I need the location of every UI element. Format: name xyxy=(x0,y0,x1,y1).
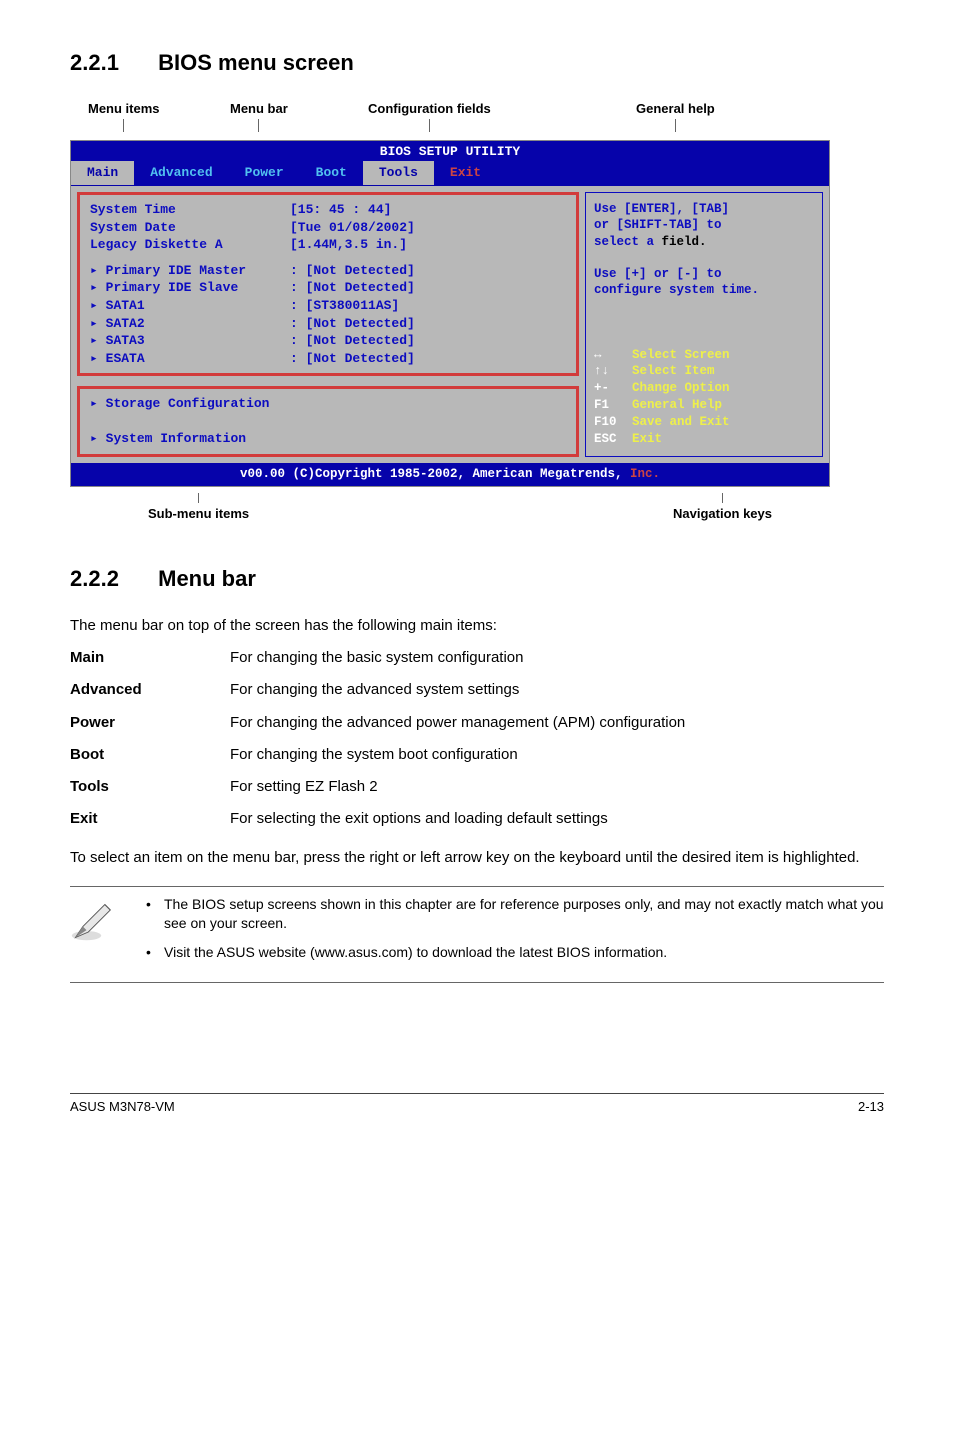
bios-tab-exit[interactable]: Exit xyxy=(434,161,497,185)
def-desc: For changing the basic system configurat… xyxy=(230,648,884,668)
bios-tab-tools[interactable]: Tools xyxy=(363,161,434,185)
label-menu-bar: Menu bar xyxy=(230,101,288,116)
note-item: The BIOS setup screens shown in this cha… xyxy=(142,895,884,933)
bios-panel-bottom: ▸ Storage Configuration ▸ System Informa… xyxy=(77,386,579,457)
section-number-222: 2.2.2 xyxy=(70,564,152,594)
section-heading-222: 2.2.2 Menu bar xyxy=(70,564,884,594)
label-general-help: General help xyxy=(636,101,715,116)
menu-bar-description: The menu bar on top of the screen has th… xyxy=(70,616,884,636)
note-list: The BIOS setup screens shown in this cha… xyxy=(142,895,884,972)
bios-footer: v00.00 (C)Copyright 1985-2002, American … xyxy=(71,463,829,486)
def-desc: For changing the advanced power manageme… xyxy=(230,713,884,733)
def-desc: For setting EZ Flash 2 xyxy=(230,777,884,797)
top-labels-row: Menu items Menu bar Configuration fields… xyxy=(70,100,884,138)
pencil-note-icon xyxy=(70,895,118,949)
bios-help-panel: Use [ENTER], [TAB] or [SHIFT-TAB] to sel… xyxy=(585,192,823,457)
label-nav-keys: Navigation keys xyxy=(673,506,772,521)
bios-header: BIOS SETUP UTILITY xyxy=(380,144,520,159)
section-title-221: BIOS menu screen xyxy=(158,50,354,75)
def-term: Power xyxy=(70,713,230,733)
section-heading-221: 2.2.1 BIOS menu screen xyxy=(70,48,884,78)
bios-screen: BIOS SETUP UTILITY Main Advanced Power B… xyxy=(70,140,830,487)
section-title-222: Menu bar xyxy=(158,566,256,591)
bios-tab-power[interactable]: Power xyxy=(229,161,300,185)
page-footer: ASUS M3N78-VM 2-13 xyxy=(70,1093,884,1116)
note-item: Visit the ASUS website (www.asus.com) to… xyxy=(142,943,884,962)
bios-nav-keys: ↔Select Screen ↑↓Select Item +-Change Op… xyxy=(594,347,814,448)
menu-definitions-table: Main For changing the basic system confi… xyxy=(70,648,884,830)
def-term: Advanced xyxy=(70,680,230,700)
def-term: Exit xyxy=(70,809,230,829)
footer-product: ASUS M3N78-VM xyxy=(70,1098,175,1116)
footer-page-number: 2-13 xyxy=(858,1098,884,1116)
def-term: Boot xyxy=(70,745,230,765)
label-menu-items: Menu items xyxy=(88,101,160,116)
label-submenu-items: Sub-menu items xyxy=(148,506,249,521)
bios-menu-bar: Main Advanced Power Boot Tools Exit xyxy=(71,160,829,186)
def-desc: For selecting the exit options and loadi… xyxy=(230,809,884,829)
bios-tab-main[interactable]: Main xyxy=(71,161,134,185)
label-config-fields: Configuration fields xyxy=(368,101,491,116)
def-desc: For changing the system boot configurati… xyxy=(230,745,884,765)
bios-tab-advanced[interactable]: Advanced xyxy=(134,161,228,185)
select-item-text: To select an item on the menu bar, press… xyxy=(70,848,884,868)
bottom-labels: Sub-menu items Navigation keys xyxy=(70,493,830,523)
section-number-221: 2.2.1 xyxy=(70,48,152,78)
note-box: The BIOS setup screens shown in this cha… xyxy=(70,886,884,983)
def-term: Main xyxy=(70,648,230,668)
def-term: Tools xyxy=(70,777,230,797)
bios-panel-top: System Time[15: 45 : 44] System Date[Tue… xyxy=(77,192,579,376)
bios-tab-boot[interactable]: Boot xyxy=(300,161,363,185)
def-desc: For changing the advanced system setting… xyxy=(230,680,884,700)
